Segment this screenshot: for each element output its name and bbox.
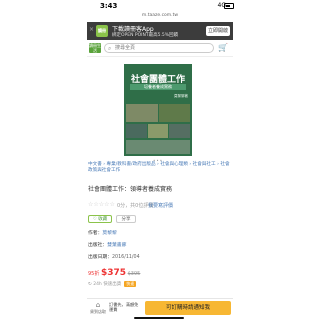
write-review-link[interactable]: 我要寫評價 [148,202,173,209]
top-nav: 讀冊生活 ⌕ 🛒 [87,40,233,57]
sale-price: $375 [100,268,127,278]
cover-photo [126,104,158,122]
banner-subtitle: 綁定OPEN POINT最高5.5%回饋 [112,33,179,38]
status-bar: 3:43 4G m.taaze.com.tw [0,0,320,18]
site-logo[interactable]: 讀冊生活 [89,43,101,53]
open-app-button[interactable]: 立即開啟 [206,26,230,36]
author-link[interactable]: 莫黎黎 [102,231,116,236]
favorite-button[interactable]: ♡ 收藏 [88,215,112,223]
author-row: 作者：莫黎黎 [88,229,117,236]
author-label: 作者： [88,231,103,236]
publisher-link[interactable]: 雙葉書廊 [107,243,126,248]
breadcrumb[interactable]: 中文書 › 專業/教科書/政府出版品 › 社會與心理類 › 社會與社工 › 社會… [88,162,234,174]
search-icon: ⌕ [108,45,112,52]
price-row: 95折 $375 $395 [88,268,140,278]
search-box[interactable]: ⌕ [104,43,214,53]
publisher-label: 出版社： [88,243,108,248]
cover-author: 莫黎黎著 [174,94,188,98]
publish-date-label: 出版日期： [88,255,112,260]
cover-subtitle: 培養者養成實務 [130,84,186,90]
home-indicator [134,317,184,319]
store-icon: ⌂ [95,301,101,309]
fast-delivery-badge: 快速 [124,281,137,287]
search-input[interactable] [115,44,210,52]
cover-photo [148,124,168,138]
publish-date-row: 出版日期：2016/11/04 [88,253,140,260]
publisher-row: 出版社：雙葉書廊 [88,241,126,248]
publish-date: 2016/11/04 [112,255,140,260]
delivery-info: ↻ 24h 快速出貨 快速 [88,281,137,287]
book-cover-image[interactable]: 社會團體工作 培養者養成實務 莫黎黎著 [124,64,192,156]
original-price: $395 [127,271,141,277]
delivery-text: ↻ 24h 快速出貨 [88,282,122,287]
discount-label: 95折 [88,271,100,277]
status-time: 3:43 [100,2,118,10]
address-url[interactable]: m.taaze.com.tw [0,13,320,18]
shopping-cart-icon[interactable]: 🛒 [217,43,229,53]
rating-row: ☆☆☆☆☆ 0分，共0位評價 我要寫評價 [88,201,173,209]
battery-icon [224,3,234,9]
cover-photo [126,124,147,138]
store-pickup-button[interactable]: ⌂ 貨到店取 [90,301,106,314]
cover-photo [126,140,190,154]
star-rating-icon: ☆☆☆☆☆ [88,201,115,208]
shipping-note: 訂書先，滿額免運費 [109,302,139,312]
app-download-banner: × 讀冊 下載讀冊客App 綁定OPEN POINT最高5.5%回饋 立即開啟 [87,22,233,40]
app-logo: 讀冊 [96,25,108,37]
bottom-action-bar: ⌂ 貨到店取 訂書先，滿額免運費 可訂購時請通知我 [87,298,233,317]
store-pickup-label: 貨到店取 [90,309,106,314]
cover-photo [159,104,190,122]
book-title: 社會團體工作：領導者養成實務 [88,186,173,193]
close-icon[interactable]: × [89,27,95,33]
share-button[interactable]: 分享 [116,215,136,223]
cover-photo [169,124,190,138]
notify-me-button[interactable]: 可訂購時請通知我 [145,301,231,315]
